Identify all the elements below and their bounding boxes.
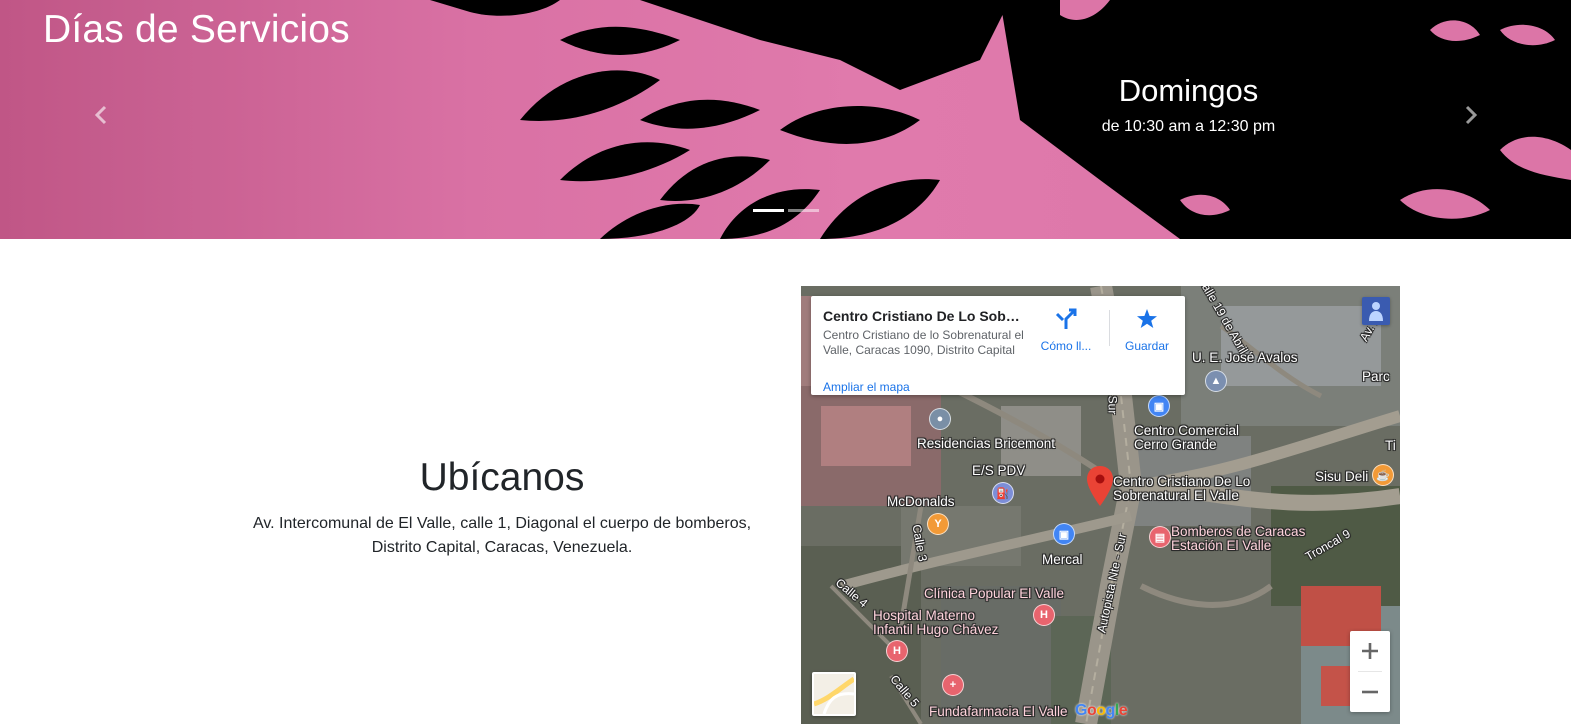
firefighters-pin-icon[interactable]: ▤ — [1149, 526, 1171, 548]
location-address: Av. Intercomunal de El Valle, calle 1, D… — [252, 515, 752, 556]
clinic-pin-icon[interactable]: H — [1033, 604, 1055, 626]
chevron-left-icon — [94, 105, 107, 125]
chevron-right-icon — [1465, 105, 1478, 125]
label-sisu: Sisu Deli — [1315, 469, 1369, 484]
save-button[interactable]: Guardar — [1121, 308, 1173, 353]
roadmap-thumbnail-icon — [814, 674, 854, 714]
place-pin-icon[interactable]: ● — [929, 408, 951, 430]
slide-title: Domingos — [1118, 73, 1259, 108]
label-mcdonalds: McDonalds — [887, 494, 955, 509]
label-mall-2: Cerro Grande — [1134, 437, 1217, 452]
slide-text: de 10:30 am a 12:30 pm — [1101, 118, 1276, 135]
label-school: U. E. José Avalos — [1192, 350, 1298, 365]
label-mercal: Mercal — [1042, 552, 1083, 567]
place-address: Centro Cristiano de lo Sobrenatural el V… — [823, 328, 1024, 357]
label-firefighters-1: Bomberos de Caracas — [1171, 524, 1306, 539]
google-logo-letter: o — [1086, 702, 1097, 719]
mercal-pin-icon[interactable]: ▣ — [1053, 523, 1075, 545]
restaurant-pin-icon[interactable]: Y — [927, 513, 949, 535]
map-type-toggle[interactable] — [812, 672, 856, 716]
label-pharmacy: Fundafarmacia El Valle — [929, 704, 1068, 719]
street-view-button[interactable] — [1362, 297, 1390, 325]
pegman-icon — [1369, 302, 1383, 321]
school-pin-icon[interactable]: ▲ — [1205, 370, 1227, 392]
carousel-prev-button[interactable] — [86, 100, 116, 130]
carousel-indicator-2[interactable] — [788, 209, 819, 212]
label-park: Parc — [1362, 369, 1390, 384]
place-info-card: Centro Cristiano De Lo Sobren... Centro … — [811, 296, 1185, 395]
star-icon — [1137, 309, 1157, 328]
label-mall-1: Centro Comercial — [1134, 423, 1240, 438]
pharmacy-pin-icon[interactable]: + — [942, 674, 964, 696]
shopping-pin-icon[interactable]: ▣ — [1148, 395, 1170, 417]
slide-caption: Domingos de 10:30 am a 12:30 pm — [1040, 72, 1337, 136]
directions-button[interactable]: Cómo ll... — [1036, 308, 1096, 353]
services-carousel: Días de Servicios Domingos de 10:30 am a… — [0, 0, 1571, 239]
google-logo-letter: g — [1105, 702, 1116, 719]
zoom-out-button[interactable] — [1350, 672, 1390, 712]
place-name: Centro Cristiano De Lo Sobren... — [823, 308, 1025, 324]
google-logo-letter: e — [1118, 702, 1128, 719]
services-title: Días de Servicios — [43, 8, 350, 51]
zoom-controls — [1350, 631, 1390, 712]
gas-pin-icon[interactable]: ⛽ — [992, 482, 1014, 504]
label-hospital-2: Infantil Hugo Chávez — [873, 622, 999, 637]
hospital-pin-icon[interactable]: H — [886, 640, 908, 662]
carousel-indicators — [753, 209, 819, 212]
carousel-indicator-1[interactable] — [753, 209, 784, 212]
label-residences: Residencias Bricemont — [917, 436, 1056, 451]
enlarge-map-link[interactable]: Ampliar el mapa — [823, 380, 910, 394]
zoom-in-button[interactable] — [1350, 631, 1390, 671]
label-ti: Ti — [1385, 438, 1396, 453]
minus-icon — [1362, 690, 1378, 694]
label-hospital-1: Hospital Materno — [873, 608, 976, 623]
plus-icon — [1362, 643, 1378, 659]
location-title: Ubícanos — [419, 456, 585, 499]
label-clinic: Clínica Popular El Valle — [924, 586, 1065, 601]
label-gas: E/S PDV — [972, 463, 1026, 478]
cafe-pin-icon[interactable]: ☕ — [1372, 464, 1394, 486]
label-church-1: Centro Cristiano De Lo — [1113, 474, 1251, 489]
google-map[interactable]: U. E. José Avalos Parc Residencias Brice… — [801, 286, 1400, 724]
label-firefighters-2: Estación El Valle — [1171, 538, 1272, 553]
carousel-next-button[interactable] — [1456, 100, 1486, 130]
save-label: Guardar — [1124, 339, 1170, 353]
divider — [1109, 310, 1110, 346]
directions-label: Cómo ll... — [1040, 339, 1092, 353]
directions-icon — [1055, 308, 1077, 329]
location-marker-icon[interactable] — [1087, 466, 1113, 506]
label-church-2: Sobrenatural El Valle — [1113, 488, 1239, 503]
google-logo-letter: o — [1096, 702, 1106, 719]
google-logo: Google — [1075, 702, 1128, 720]
google-logo-letter: G — [1075, 702, 1087, 719]
label-sur: Sur — [1105, 395, 1120, 415]
